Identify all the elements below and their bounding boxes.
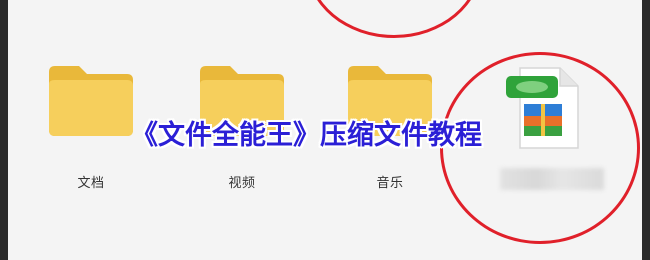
folder-label: 音乐 <box>376 176 404 191</box>
folder-label: 文档 <box>77 176 105 191</box>
right-frame-edge <box>642 0 650 260</box>
tutorial-title: 《文件全能王》压缩文件教程 <box>131 120 482 151</box>
folder-item-documents[interactable]: 文档 <box>41 62 141 191</box>
folder-label: 视频 <box>228 176 256 191</box>
left-frame-edge <box>0 0 8 260</box>
folder-icon <box>47 62 135 138</box>
